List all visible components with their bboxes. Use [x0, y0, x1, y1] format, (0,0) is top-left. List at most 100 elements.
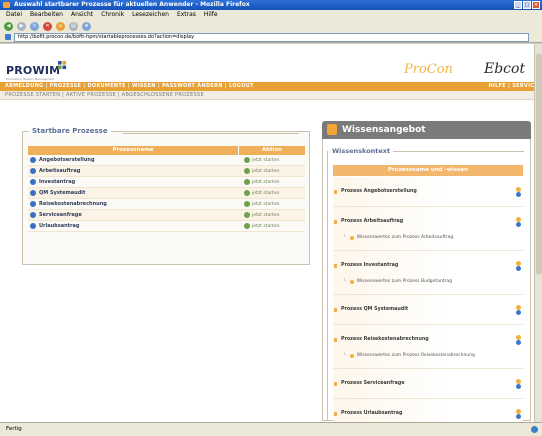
menu-lesezeichen[interactable]: Lesezeichen: [132, 10, 169, 20]
process-name-cell[interactable]: Angebotserstellung: [28, 157, 238, 163]
start-label[interactable]: jetzt starten: [252, 202, 279, 207]
process-marker-icon: [334, 190, 337, 194]
tree-branch-icon: └: [343, 235, 346, 240]
minimize-icon[interactable]: _: [514, 1, 522, 9]
bookmark-icon[interactable]: ★: [82, 21, 91, 31]
knowledge-subitem-label[interactable]: Wissenswertes zum Prozess Reisekostenabr…: [357, 353, 475, 358]
knowledge-process-name[interactable]: Prozess Reisekostenabrechnung: [341, 337, 429, 342]
info-icon: [30, 190, 36, 196]
knowledge-table-header: Prozessname und -wissen: [333, 165, 523, 176]
process-name[interactable]: Angebotserstellung: [39, 157, 95, 163]
process-marker-icon: [334, 308, 337, 312]
start-label[interactable]: jetzt starten: [252, 169, 279, 174]
process-name-cell[interactable]: Urlaubsantrag: [28, 223, 238, 229]
forward-icon[interactable]: ▶: [17, 21, 26, 31]
start-process-link[interactable]: jetzt starten: [238, 223, 305, 229]
info-icon: [30, 179, 36, 185]
menu-hilfe[interactable]: Hilfe: [204, 10, 218, 20]
process-name[interactable]: Urlaubsantrag: [39, 223, 79, 229]
knowledge-process-name[interactable]: Prozess Serviceanfrage: [341, 381, 405, 386]
status-icon: [531, 426, 538, 433]
main-navigation: ABMELDUNG | PROZESSE | DOKUMENTE | WISSE…: [0, 82, 542, 91]
knowledge-subitem[interactable]: └ Wissenswertes zum Prozess Budgetantrag: [343, 279, 452, 284]
column-header-name: Prozessname: [112, 147, 154, 153]
knowledge-subitem-label[interactable]: Wissenswertes zum Prozess Budgetantrag: [357, 279, 452, 284]
process-name[interactable]: Serviceanfrage: [39, 212, 82, 218]
process-name-cell[interactable]: Arbeitsauftrag: [28, 168, 238, 174]
help-service-links[interactable]: HILFE | SERVICE: [488, 82, 538, 91]
start-process-link[interactable]: jetzt starten: [238, 190, 305, 196]
knowledge-toggle-icon[interactable]: [516, 335, 521, 345]
url-input[interactable]: http://bofit.procon.de/bofit-hpm/startab…: [14, 33, 529, 42]
print-icon[interactable]: ▤: [69, 21, 78, 31]
menu-ansicht[interactable]: Ansicht: [71, 10, 93, 20]
start-process-link[interactable]: jetzt starten: [238, 212, 305, 218]
panel-divider: [123, 133, 299, 134]
menu-datei[interactable]: Datei: [6, 10, 22, 20]
maximize-icon[interactable]: □: [523, 1, 531, 9]
process-name[interactable]: Investantrag: [39, 179, 75, 185]
start-process-link[interactable]: jetzt starten: [238, 201, 305, 207]
knowledge-process-name[interactable]: Prozess Investantrag: [341, 263, 398, 268]
process-name[interactable]: Reisekostenabrechnung: [39, 201, 107, 207]
start-label[interactable]: jetzt starten: [252, 158, 279, 163]
menu-chronik[interactable]: Chronik: [101, 10, 124, 20]
knowledge-toggle-icon[interactable]: [516, 379, 521, 389]
knowledge-process-name[interactable]: Prozess Urlaubsantrag: [341, 411, 402, 416]
process-name-cell[interactable]: Serviceanfrage: [28, 212, 238, 218]
knowledge-process-name[interactable]: Prozess Arbeitsauftrag: [341, 219, 403, 224]
close-icon[interactable]: ×: [532, 1, 540, 9]
process-name-cell[interactable]: Investantrag: [28, 179, 238, 185]
start-process-link[interactable]: jetzt starten: [238, 179, 305, 185]
back-icon[interactable]: ◀: [4, 21, 13, 31]
stop-icon[interactable]: ✕: [43, 21, 52, 31]
knowledge-item: Prozess Investantrag └ Wissenswertes zum P…: [333, 251, 523, 295]
table-row: Investantrag jetzt starten: [28, 177, 305, 188]
knowledge-toggle-icon[interactable]: [516, 305, 521, 315]
page-scrollbar[interactable]: [534, 44, 542, 422]
knowledge-subitem[interactable]: └ Wissenswertes zum Prozess Reisekostenab…: [343, 353, 475, 358]
knowledge-process-name[interactable]: Prozess Angebotserstellung: [341, 189, 417, 194]
menu-extras[interactable]: Extras: [177, 10, 196, 20]
start-label[interactable]: jetzt starten: [252, 224, 279, 229]
scrollbar-thumb[interactable]: [536, 54, 542, 274]
process-name[interactable]: Arbeitsauftrag: [39, 168, 80, 174]
sub-navigation: PROZESSE STARTEN | AKTIVE PROZESSE | ABG…: [0, 91, 542, 100]
process-name-cell[interactable]: Reisekostenabrechnung: [28, 201, 238, 207]
knowledge-list: Prozess Angebotserstellung Prozess Arbeit…: [333, 177, 523, 429]
table-row: Urlaubsantrag jetzt starten: [28, 221, 305, 232]
ebcot-logo: Ebcot: [484, 61, 526, 77]
start-process-link[interactable]: jetzt starten: [238, 168, 305, 174]
address-bar: http://bofit.procon.de/bofit-hpm/startab…: [0, 32, 542, 43]
page-header: PROWIM Produktion Wissen Management ProC…: [0, 44, 542, 82]
main-nav-links[interactable]: ABMELDUNG | PROZESSE | DOKUMENTE | WISSE…: [5, 83, 254, 89]
start-process-link[interactable]: jetzt starten: [238, 157, 305, 163]
knowledge-toggle-icon[interactable]: [516, 217, 521, 227]
start-icon: [244, 212, 250, 218]
menu-bearbeiten[interactable]: Bearbeiten: [30, 10, 63, 20]
start-label[interactable]: jetzt starten: [252, 191, 279, 196]
start-label[interactable]: jetzt starten: [252, 180, 279, 185]
knowledge-item: Prozess Angebotserstellung: [333, 177, 523, 207]
table-row: Arbeitsauftrag jetzt starten: [28, 166, 305, 177]
process-marker-icon: [334, 338, 337, 342]
knowledge-toggle-icon[interactable]: [516, 187, 521, 197]
sub-nav-links[interactable]: PROZESSE STARTEN | AKTIVE PROZESSE | ABG…: [5, 92, 204, 98]
process-table: Prozessname Aktion Angebotserstellung jet…: [28, 146, 305, 232]
knowledge-subitem-label[interactable]: Wissenswertes zum Prozess Arbeitsauftrag: [357, 235, 454, 240]
start-icon: [244, 201, 250, 207]
process-name-cell[interactable]: QM Systemaudit: [28, 190, 238, 196]
start-label[interactable]: jetzt starten: [252, 213, 279, 218]
knowledge-toggle-icon[interactable]: [516, 261, 521, 271]
context-divider: [393, 151, 524, 152]
knowledge-subitem[interactable]: └ Wissenswertes zum Prozess Arbeitsauftra…: [343, 235, 453, 240]
knowledge-toggle-icon[interactable]: [516, 409, 521, 419]
knowledge-process-name[interactable]: Prozess QM Systemaudit: [341, 307, 408, 312]
navigation-toolbar: ◀ ▶ ↻ ✕ ⌂ ▤ ★: [0, 20, 542, 32]
reload-icon[interactable]: ↻: [30, 21, 39, 31]
process-name[interactable]: QM Systemaudit: [39, 190, 85, 196]
table-row: Angebotserstellung jetzt starten: [28, 155, 305, 166]
knowledge-item: Prozess QM Systemaudit: [333, 295, 523, 325]
table-row: QM Systemaudit jetzt starten: [28, 188, 305, 199]
home-icon[interactable]: ⌂: [56, 21, 65, 31]
